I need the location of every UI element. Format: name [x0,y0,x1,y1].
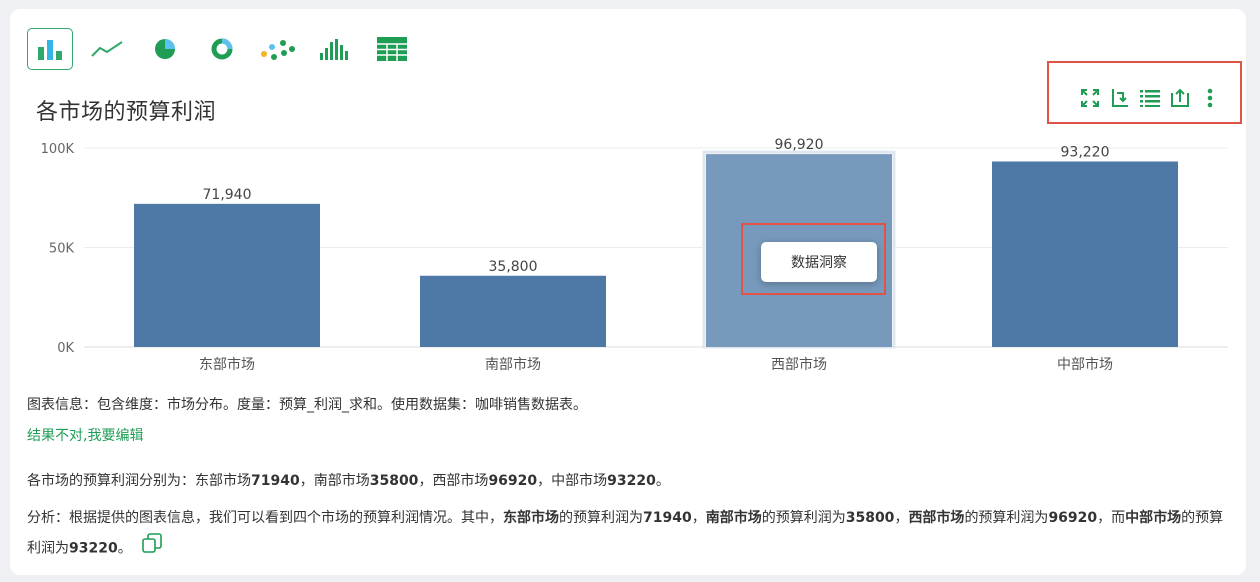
x-tick-label: 中部市场 [1057,356,1113,373]
summary-prefix: 各市场的预算利润分别为： [27,473,195,489]
summary-item-name: 南部市场 [313,473,370,489]
data-insight-label: 数据洞察 [791,255,847,271]
summary-item-name: 西部市场 [432,473,489,489]
analysis-value: 71940 [643,510,692,526]
analysis-market: 中部市场 [1125,510,1182,526]
analysis-phrase: 的预算利润为 [761,510,846,526]
analysis-sep: 。 [117,540,132,557]
summary-item-name: 东部市场 [195,473,251,489]
y-tick-label: 100K [41,142,75,157]
analysis-value: 96920 [1048,510,1098,526]
y-tick-label: 50K [49,242,75,257]
chart-info-text: 图表信息：包含维度：市场分布。度量：预算_利润_求和。使用数据集：咖啡销售数据表… [27,397,587,413]
summary-item-value: 71940 [251,473,300,489]
data-insight-button[interactable]: 数据洞察 [761,242,877,282]
x-tick-label: 南部市场 [485,356,541,373]
analysis-sep: ， [894,510,909,526]
x-tick-label: 西部市场 [771,356,827,373]
summary-sep: ， [299,473,314,489]
x-tick-label: 东部市场 [199,356,255,373]
analysis-sep: ， [691,510,706,526]
bar [992,161,1178,347]
summary-item-value: 96920 [488,473,538,489]
analysis-market: 南部市场 [705,510,762,526]
summary-item-value: 35800 [369,473,419,489]
summary-item-name: 中部市场 [551,473,608,489]
copy-icon [141,533,162,553]
bar-value-label: 71,940 [203,187,252,203]
summary-text: 各市场的预算利润分别为：东部市场71940，南部市场35800，西部市场9692… [27,470,670,490]
summary-item-value: 93220 [607,473,656,489]
bar-value-label: 35,800 [489,259,538,275]
bar [420,275,606,347]
analysis-text: 分析：根据提供的图表信息，我们可以看到四个市场的预算利润情况。其中，东部市场的预… [27,503,1227,564]
edit-link[interactable]: 结果不对,我要编辑 [27,425,143,445]
analysis-phrase: 的预算利润为 [559,510,643,526]
analysis-sep: ，而 [1097,510,1126,526]
summary-sep: ， [537,473,552,489]
analysis-value: 93220 [69,540,118,557]
analysis-market: 西部市场 [908,510,965,526]
analysis-market: 东部市场 [503,510,559,526]
y-tick-label: 0K [57,341,74,356]
bar-value-label: 96,920 [775,137,824,153]
bar [134,203,320,347]
copy-button[interactable] [141,533,162,564]
bar-value-label: 93,220 [1061,144,1110,160]
summary-sep: 。 [655,473,670,489]
summary-sep: ， [418,473,433,489]
analysis-intro: 分析：根据提供的图表信息，我们可以看到四个市场的预算利润情况。其中， [27,510,503,526]
bar-chart: 0K 50K 100K 71,940 东部市场 35,800 南部市场 96,920 西部市场 9… [41,137,1228,373]
analysis-value: 35800 [845,510,895,526]
analysis-phrase: 的预算利润为 [964,510,1049,526]
